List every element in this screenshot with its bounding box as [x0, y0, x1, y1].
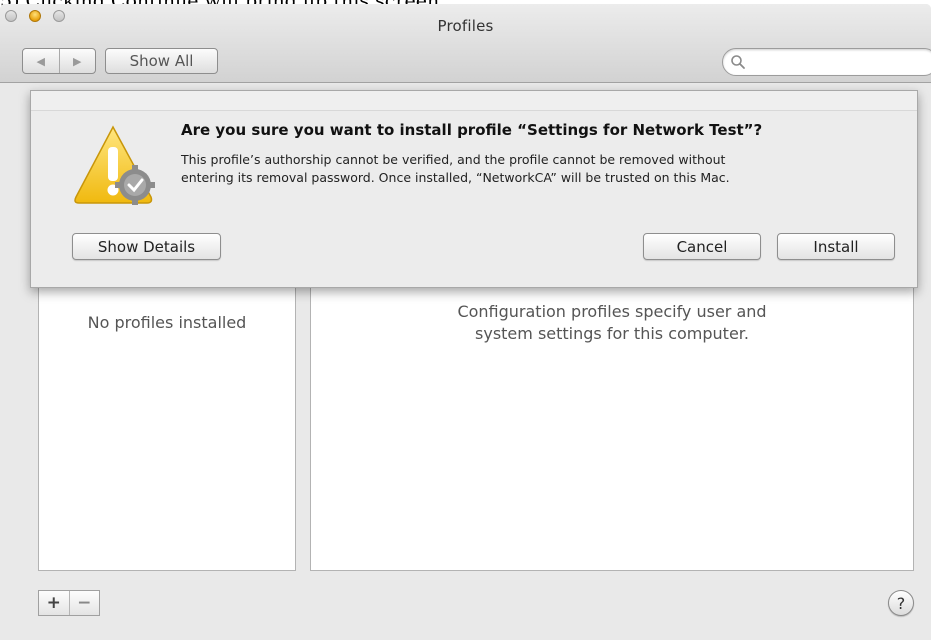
- detail-description: Configuration profiles specify user and …: [311, 301, 913, 345]
- install-button[interactable]: Install: [777, 233, 895, 260]
- sheet-heading: Are you sure you want to install profile…: [181, 121, 763, 139]
- sheet-message: This profile’s authorship cannot be veri…: [181, 152, 730, 185]
- show-details-button[interactable]: Show Details: [72, 233, 221, 260]
- forward-arrow-icon: ▶: [73, 54, 82, 68]
- window-title: Profiles: [437, 17, 494, 35]
- install-confirmation-sheet: Are you sure you want to install profile…: [30, 90, 918, 288]
- back-forward-control: ◀ ▶: [22, 48, 96, 74]
- detail-description-text: Configuration profiles specify user and …: [457, 302, 767, 343]
- back-arrow-icon: ◀: [36, 54, 45, 68]
- back-button[interactable]: ◀: [23, 49, 59, 73]
- help-button[interactable]: ?: [888, 590, 914, 616]
- add-remove-control: + −: [38, 590, 100, 616]
- window-titlebar: Profiles ◀ ▶ Show All: [0, 4, 931, 83]
- search-field[interactable]: [722, 48, 931, 76]
- show-all-button[interactable]: Show All: [105, 48, 218, 74]
- search-input[interactable]: [751, 52, 925, 74]
- search-icon: [731, 55, 745, 69]
- profiles-window: Profiles ◀ ▶ Show All No profiles instal…: [0, 4, 931, 640]
- add-profile-button[interactable]: +: [39, 591, 69, 615]
- sheet-top-strip: [31, 91, 917, 111]
- warning-icon: [74, 125, 155, 205]
- forward-button[interactable]: ▶: [58, 49, 96, 73]
- remove-profile-button[interactable]: −: [68, 591, 100, 615]
- empty-list-message: No profiles installed: [87, 313, 247, 332]
- cancel-button[interactable]: Cancel: [643, 233, 761, 260]
